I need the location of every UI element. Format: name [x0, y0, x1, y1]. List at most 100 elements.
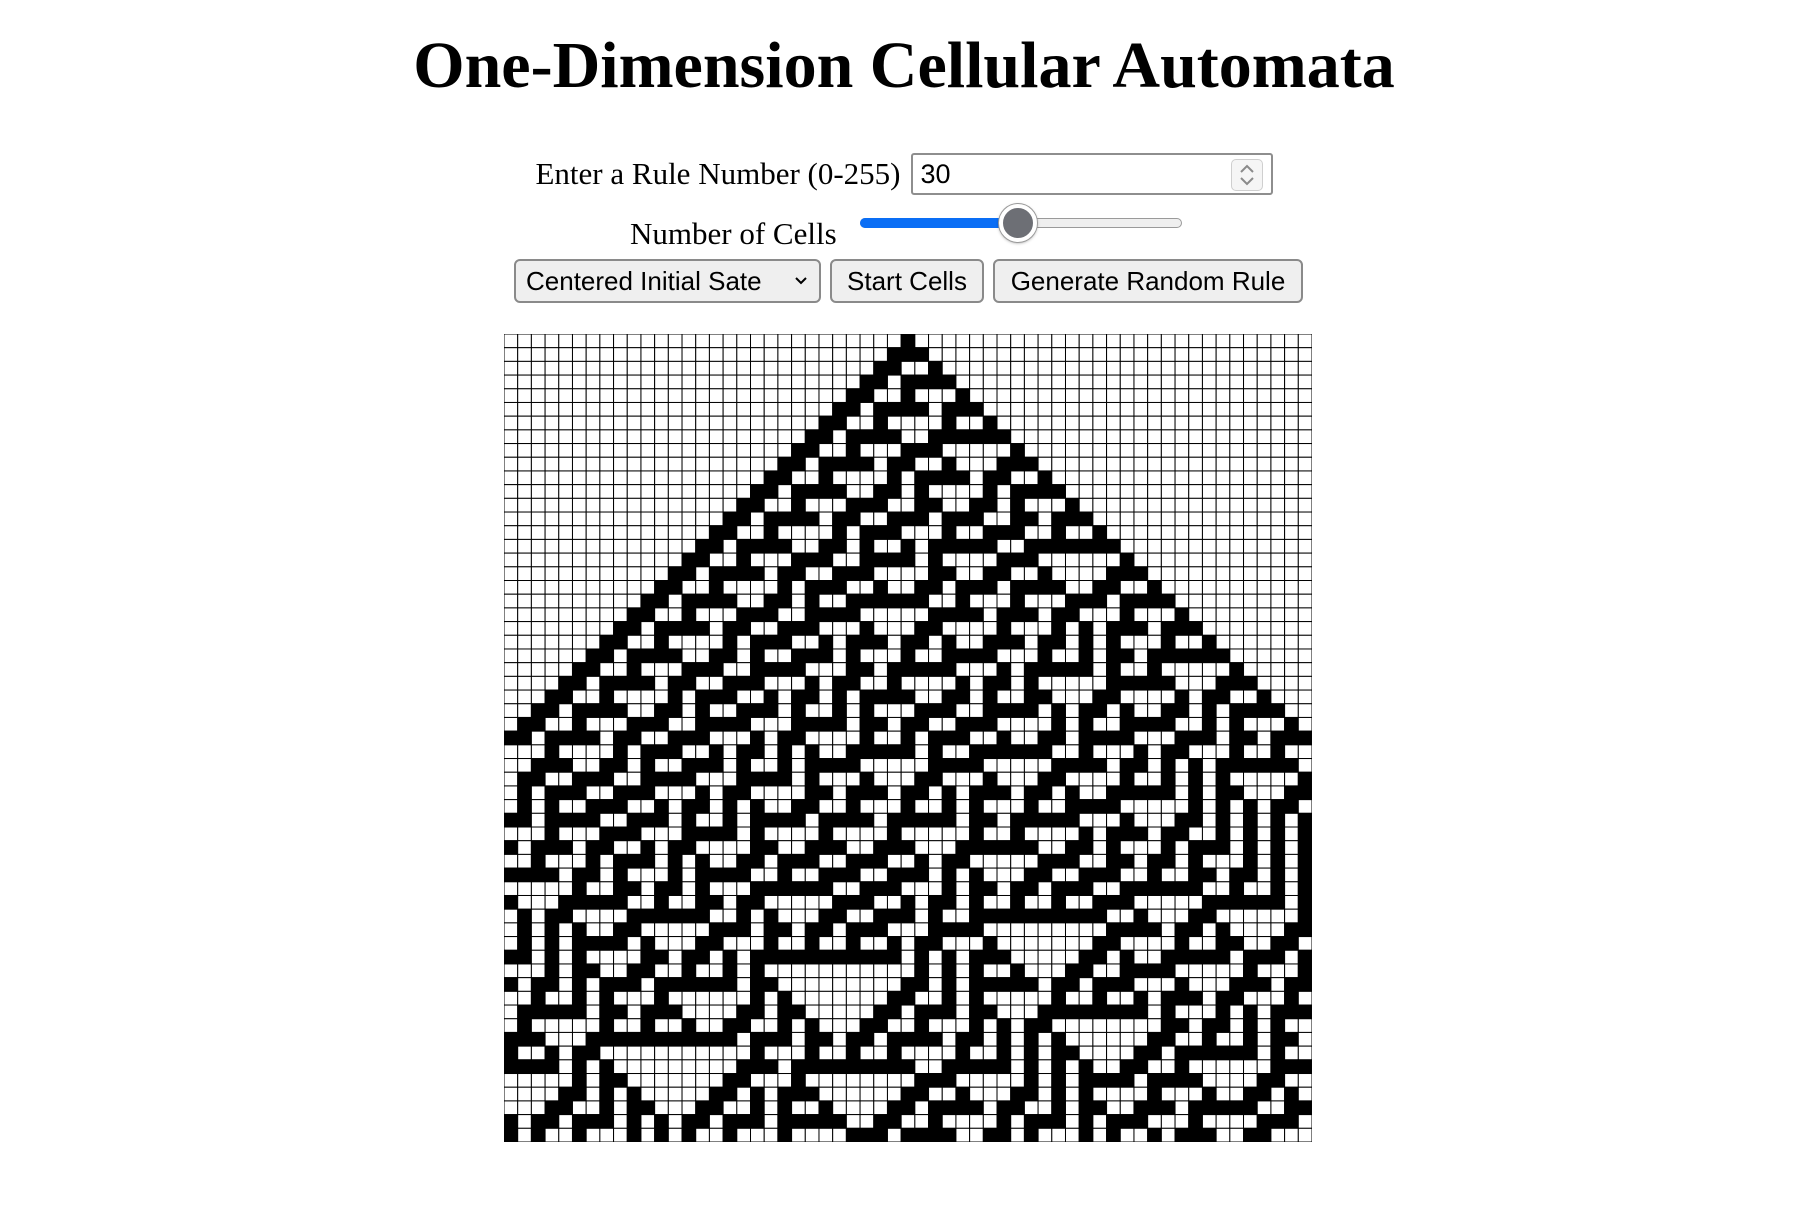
cell-dead: [681, 429, 697, 445]
cell-dead: [504, 621, 519, 636]
cell-dead: [1147, 525, 1162, 540]
generate-random-rule-button[interactable]: Generate Random Rule: [993, 259, 1303, 303]
cell-alive: [558, 1100, 573, 1116]
cell-dead: [530, 1100, 546, 1116]
cell-alive: [1297, 853, 1312, 869]
cell-alive: [982, 634, 998, 650]
cell-dead: [1215, 607, 1231, 623]
cell-dead: [1188, 334, 1203, 349]
cell-alive: [859, 497, 875, 513]
cell-dead: [1119, 456, 1135, 472]
cell-dead: [1188, 662, 1203, 677]
rule-number-input[interactable]: 30: [910, 153, 1273, 195]
cell-dead: [558, 607, 573, 623]
cell-dead: [886, 922, 902, 938]
number-of-cells-slider[interactable]: [860, 204, 1184, 248]
cell-alive: [1119, 1004, 1135, 1020]
cell-dead: [804, 1073, 820, 1088]
cell-alive: [1133, 826, 1149, 842]
cell-dead: [640, 662, 656, 677]
cell-alive: [1270, 1018, 1286, 1033]
cell-alive: [777, 511, 793, 527]
cell-alive: [1092, 990, 1108, 1006]
cell-alive: [914, 593, 930, 609]
cell-dead: [504, 1100, 519, 1116]
cell-dead: [914, 538, 930, 554]
cell-alive: [996, 634, 1012, 650]
cell-dead: [530, 826, 546, 842]
cell-dead: [1119, 1045, 1135, 1061]
cell-dead: [654, 334, 669, 349]
cell-alive: [681, 675, 697, 691]
cell-dead: [1160, 1114, 1176, 1129]
cell-alive: [900, 894, 916, 910]
cell-dead: [955, 525, 971, 540]
cell-alive: [681, 799, 697, 814]
cell-dead: [722, 415, 738, 431]
cell-alive: [1297, 949, 1312, 965]
cell-dead: [1106, 1031, 1121, 1047]
cell-alive: [928, 621, 943, 636]
cell-dead: [1297, 538, 1312, 554]
cell-dead: [914, 744, 930, 760]
cell-dead: [599, 716, 615, 732]
cell-alive: [1174, 1059, 1190, 1075]
cell-alive: [982, 785, 998, 801]
cell-alive: [914, 1086, 930, 1102]
cell-dead: [845, 771, 861, 787]
cell-dead: [667, 812, 683, 828]
cell-alive: [886, 744, 902, 760]
cell-dead: [1078, 1018, 1094, 1033]
cell-alive: [886, 826, 902, 842]
cell-dead: [667, 347, 683, 362]
cell-dead: [1037, 593, 1053, 609]
cell-dead: [1160, 538, 1176, 554]
cell-alive: [1297, 1059, 1312, 1075]
cell-dead: [791, 936, 806, 951]
cell-dead: [1256, 388, 1272, 403]
cell-dead: [654, 675, 669, 691]
up-down-chevron-icon[interactable]: [1230, 159, 1263, 191]
cell-alive: [886, 1059, 902, 1075]
cell-dead: [1174, 1100, 1190, 1116]
cell-alive: [626, 662, 642, 677]
cell-dead: [517, 429, 532, 445]
cell-alive: [1256, 1114, 1272, 1129]
slider-thumb[interactable]: [998, 204, 1037, 242]
cell-dead: [558, 1127, 573, 1142]
initial-state-select[interactable]: Centered Initial Sate: [514, 259, 821, 303]
cell-alive: [1256, 1127, 1272, 1142]
cell-alive: [640, 675, 656, 691]
cell-dead: [613, 1100, 628, 1116]
cell-alive: [1064, 662, 1080, 677]
cell-dead: [544, 593, 560, 609]
cell-alive: [886, 360, 902, 376]
cell-dead: [1119, 415, 1135, 431]
cell-dead: [982, 826, 998, 842]
cell-dead: [750, 429, 765, 445]
cell-dead: [1010, 785, 1025, 801]
cell-dead: [640, 525, 656, 540]
cell-dead: [571, 607, 587, 623]
cell-dead: [763, 401, 779, 417]
cell-alive: [941, 374, 957, 390]
cell-alive: [1051, 580, 1066, 595]
cell-alive: [900, 1100, 916, 1116]
cell-dead: [1133, 334, 1149, 349]
cell-dead: [613, 374, 628, 390]
start-cells-button[interactable]: Start Cells: [830, 259, 984, 303]
cell-alive: [1256, 949, 1272, 965]
cell-dead: [530, 675, 546, 691]
cell-alive: [585, 1031, 601, 1047]
cell-dead: [804, 703, 820, 718]
cell-dead: [1256, 785, 1272, 801]
cell-alive: [1243, 1004, 1258, 1020]
cell-dead: [1284, 963, 1299, 979]
cell-dead: [1064, 388, 1080, 403]
cell-dead: [1147, 511, 1162, 527]
cell-dead: [667, 949, 683, 965]
cell-dead: [544, 771, 560, 787]
cell-alive: [504, 977, 519, 992]
cell-dead: [763, 621, 779, 636]
cell-alive: [517, 1031, 532, 1047]
